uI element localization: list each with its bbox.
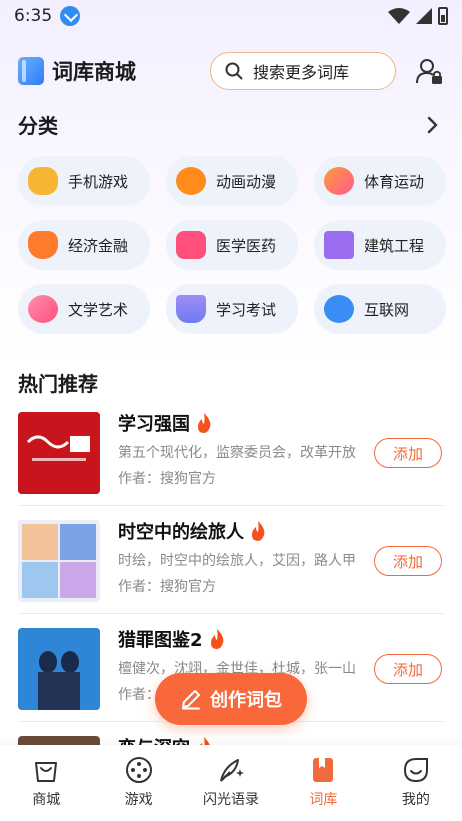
categories-title: 分类 bbox=[18, 114, 58, 138]
add-button[interactable]: 添加 bbox=[374, 438, 442, 468]
create-pack-button[interactable]: 创作词包 bbox=[155, 673, 307, 725]
shop-bag-icon bbox=[35, 762, 58, 782]
tab-label: 游戏 bbox=[124, 792, 153, 808]
status-time: 6:35 bbox=[14, 6, 53, 26]
category-label: 动画动漫 bbox=[216, 172, 277, 191]
category-label: 建筑工程 bbox=[364, 236, 425, 255]
search-icon bbox=[225, 62, 243, 80]
category-exams[interactable]: 学习考试 bbox=[166, 284, 298, 334]
add-button[interactable]: 添加 bbox=[374, 546, 442, 576]
category-finance[interactable]: 经济金融 bbox=[18, 220, 150, 270]
status-indicators bbox=[388, 7, 448, 25]
list-item[interactable]: 时空中的绘旅人 时绘，时空中的绘旅人，艾因，路人甲 作者：搜狗官方 添加 bbox=[18, 506, 444, 614]
category-animation[interactable]: 动画动漫 bbox=[166, 156, 298, 206]
medical-kit-icon bbox=[176, 231, 206, 259]
category-label: 经济金融 bbox=[68, 236, 129, 255]
category-label: 学习考试 bbox=[216, 300, 277, 319]
app-header: 词库商城 搜索更多词库 bbox=[0, 48, 462, 94]
item-name: 学习强国 bbox=[118, 410, 212, 436]
category-sports[interactable]: 体育运动 bbox=[314, 156, 446, 206]
pencil-icon bbox=[182, 690, 200, 710]
globe-icon bbox=[324, 295, 354, 323]
wifi-icon bbox=[388, 8, 410, 24]
page-title: 词库商城 bbox=[52, 60, 136, 84]
category-literature[interactable]: 文学艺术 bbox=[18, 284, 150, 334]
bottom-tabbar: 商城 游戏 闪光语录 词库 我的 bbox=[0, 745, 462, 821]
search-input[interactable]: 搜索更多词库 bbox=[210, 52, 396, 90]
cover-image bbox=[18, 412, 100, 494]
tab-games[interactable]: 游戏 bbox=[92, 745, 184, 821]
signal-icon bbox=[416, 8, 432, 24]
item-title: 学习强国 bbox=[118, 414, 190, 435]
item-author: 作者：搜狗官方 bbox=[118, 579, 216, 595]
item-title: 时空中的绘旅人 bbox=[118, 522, 244, 543]
item-author: 作者： bbox=[118, 687, 160, 703]
anime-collage-icon bbox=[18, 520, 100, 602]
xuexi-logo-icon bbox=[18, 412, 100, 494]
item-title: 猎罪图鉴2 bbox=[118, 630, 203, 651]
profile-face-icon bbox=[403, 758, 428, 783]
fire-icon bbox=[210, 629, 223, 649]
category-label: 互联网 bbox=[364, 300, 410, 319]
fire-icon bbox=[252, 521, 265, 541]
item-description: 时绘，时空中的绘旅人，艾因，路人甲 bbox=[118, 553, 356, 569]
drama-poster-icon bbox=[18, 628, 100, 710]
add-button[interactable]: 添加 bbox=[374, 654, 442, 684]
category-internet[interactable]: 互联网 bbox=[314, 284, 446, 334]
search-placeholder: 搜索更多词库 bbox=[253, 63, 350, 82]
item-description: 第五个现代化，监察委员会，改革开放 bbox=[118, 445, 356, 461]
app-logo-icon bbox=[18, 57, 44, 85]
category-grid: 手机游戏 动画动漫 体育运动 经济金融 医学医药 建筑工程 文学艺术 学习考试 … bbox=[18, 156, 448, 334]
gamepad-icon bbox=[28, 167, 58, 195]
quill-sparkle-icon bbox=[220, 759, 245, 782]
recommend-header: 热门推荐 bbox=[18, 368, 444, 397]
category-medical[interactable]: 医学医药 bbox=[166, 220, 298, 270]
tab-quotes[interactable]: 闪光语录 bbox=[185, 745, 277, 821]
user-lock-icon[interactable] bbox=[414, 56, 444, 86]
tab-wordbank[interactable]: 词库 bbox=[277, 745, 369, 821]
tab-shop[interactable]: 商城 bbox=[0, 745, 92, 821]
fire-icon bbox=[198, 413, 211, 433]
cover-image bbox=[18, 628, 100, 710]
tab-label: 闪光语录 bbox=[203, 792, 260, 808]
category-label: 体育运动 bbox=[364, 172, 425, 191]
money-bag-icon bbox=[28, 231, 58, 259]
tab-label: 我的 bbox=[401, 792, 430, 808]
list-item[interactable]: 学习强国 第五个现代化，监察委员会，改革开放 作者：搜狗官方 添加 bbox=[18, 398, 444, 506]
tab-profile[interactable]: 我的 bbox=[370, 745, 462, 821]
item-author: 作者：搜狗官方 bbox=[118, 471, 216, 487]
wordbook-icon bbox=[313, 758, 334, 782]
fab-label: 创作词包 bbox=[210, 690, 282, 711]
building-icon bbox=[324, 231, 354, 259]
game-controller-icon bbox=[125, 757, 152, 783]
sport-ball-icon bbox=[324, 167, 354, 195]
category-label: 手机游戏 bbox=[68, 172, 129, 191]
status-bar: 6:35 bbox=[0, 0, 462, 32]
palette-icon bbox=[28, 295, 58, 323]
tab-label: 商城 bbox=[32, 792, 61, 808]
category-label: 医学医药 bbox=[216, 236, 277, 255]
chevron-right-icon[interactable] bbox=[420, 113, 444, 137]
cover-image bbox=[18, 520, 100, 602]
battery-icon bbox=[438, 7, 448, 25]
item-name: 时空中的绘旅人 bbox=[118, 518, 266, 544]
recommend-title: 热门推荐 bbox=[18, 372, 98, 396]
categories-header: 分类 bbox=[18, 110, 444, 139]
tab-label: 词库 bbox=[309, 792, 338, 808]
item-name: 猎罪图鉴2 bbox=[118, 626, 225, 652]
film-reel-icon bbox=[176, 167, 206, 195]
download-icon bbox=[60, 6, 81, 26]
category-construction[interactable]: 建筑工程 bbox=[314, 220, 446, 270]
category-mobile-games[interactable]: 手机游戏 bbox=[18, 156, 150, 206]
graduation-cap-icon bbox=[176, 295, 206, 323]
category-label: 文学艺术 bbox=[68, 300, 129, 319]
